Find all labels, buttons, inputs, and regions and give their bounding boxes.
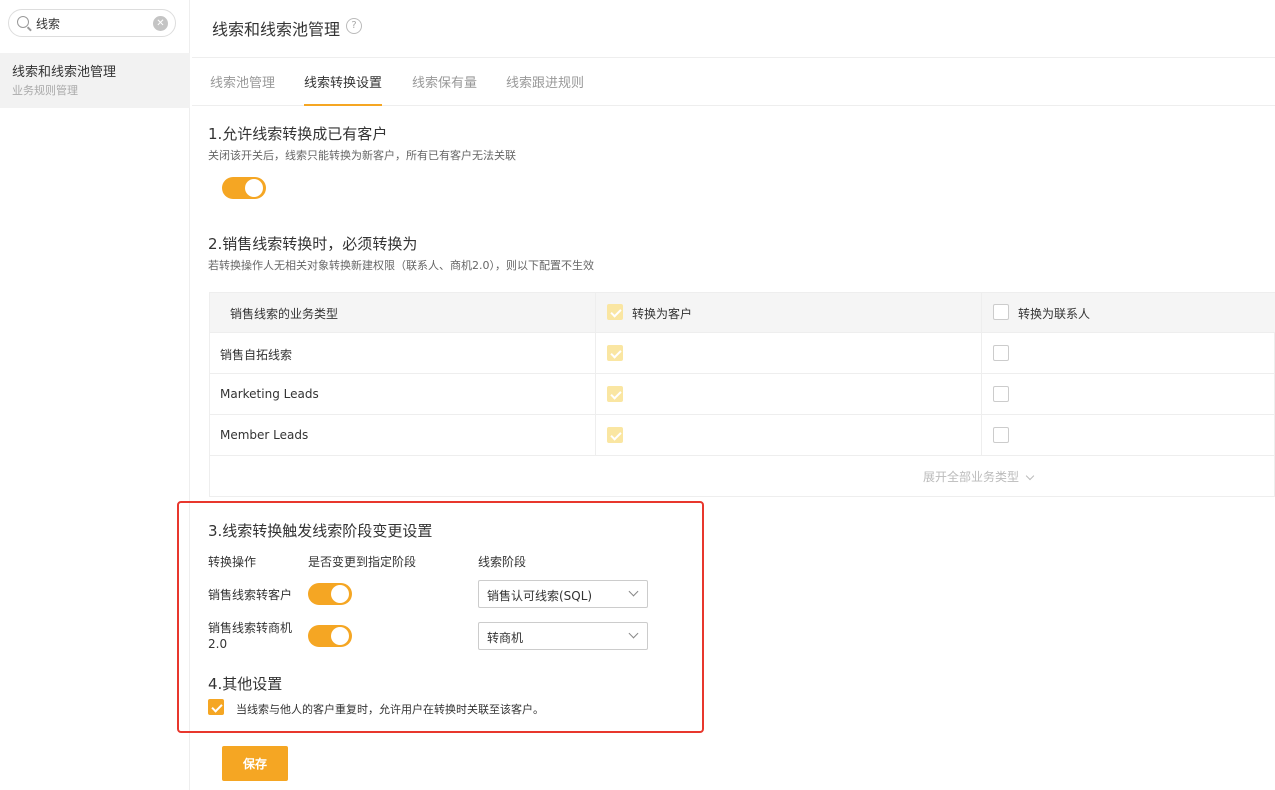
table-row: Marketing Leads: [210, 374, 1275, 415]
clear-icon[interactable]: ✕: [153, 16, 168, 31]
select-value: 转商机: [487, 631, 524, 645]
opportunity-stage-toggle[interactable]: [308, 625, 352, 647]
row-action-label-suffix: 2.0: [208, 637, 228, 651]
duplicate-customer-label: 当线索与他人的客户重复时，允许用户在转换时关联至该客户。: [236, 703, 544, 716]
customer-stage-select[interactable]: 销售认可线索(SQL): [478, 580, 648, 608]
tab-follow-up-rules[interactable]: 线索跟进规则: [506, 72, 584, 106]
help-icon[interactable]: ?: [346, 18, 362, 34]
page-header: 线索和线索池管理 ?: [192, 0, 1275, 58]
section4-title: 4.其他设置: [208, 675, 283, 693]
chevron-down-icon: [628, 586, 639, 597]
section3-title: 3.线索转换触发线索阶段变更设置: [208, 522, 433, 540]
page-title: 线索和线索池管理: [212, 20, 341, 39]
row-type: Member Leads: [220, 428, 309, 442]
column-divider: [981, 293, 982, 456]
opportunity-stage-select[interactable]: 转商机: [478, 622, 648, 650]
tab-conversion-settings[interactable]: 线索转换设置: [304, 72, 383, 106]
row-type: Marketing Leads: [220, 387, 319, 401]
search-icon: [17, 16, 29, 28]
header-customer: 转换为客户: [632, 307, 693, 321]
header-customer-checkbox: [607, 304, 623, 320]
section2-title: 2.销售线索转换时，必须转换为: [208, 235, 418, 253]
section1-desc: 关闭该开关后，线索只能转换为新客户，所有已有客户无法关联: [208, 149, 516, 162]
customer-stage-toggle[interactable]: [308, 583, 352, 605]
tab-bar: 线索池管理 线索转换设置 线索保有量 线索跟进规则: [192, 58, 1275, 106]
col-label-stage: 线索阶段: [478, 555, 527, 569]
nav-item-leads-pool[interactable]: 线索和线索池管理 业务规则管理: [0, 53, 190, 108]
tab-retention[interactable]: 线索保有量: [412, 72, 477, 106]
row-customer-checkbox: [607, 386, 623, 402]
header-contact: 转换为联系人: [1018, 307, 1091, 321]
tab-leads-pool[interactable]: 线索池管理: [210, 72, 275, 106]
expand-label: 展开全部业务类型: [923, 470, 1020, 484]
duplicate-customer-checkbox[interactable]: [208, 699, 224, 715]
sidebar: ✕ 线索和线索池管理 业务规则管理: [0, 0, 190, 790]
row-contact-checkbox[interactable]: [993, 345, 1009, 361]
col-label-action: 转换操作: [208, 555, 257, 569]
nav-item-title: 线索和线索池管理: [12, 65, 117, 80]
main-content: 线索和线索池管理 ? 线索池管理 线索转换设置 线索保有量 线索跟进规则 1.允…: [177, 0, 1275, 790]
table-row: Member Leads: [210, 415, 1275, 456]
chevron-down-icon: [1025, 471, 1035, 481]
search-input[interactable]: [36, 14, 151, 32]
search-box[interactable]: ✕: [8, 9, 176, 37]
row-type: 销售自拓线索: [220, 348, 293, 362]
section1-title: 1.允许线索转换成已有客户: [208, 125, 388, 143]
table-header: 销售线索的业务类型 转换为客户 转换为联系人: [210, 293, 1275, 333]
row-customer-checkbox: [607, 427, 623, 443]
allow-existing-customer-toggle[interactable]: [222, 177, 266, 199]
header-contact-checkbox[interactable]: [993, 304, 1009, 320]
table-row: 销售自拓线索: [210, 333, 1275, 374]
row-customer-checkbox: [607, 345, 623, 361]
row-contact-checkbox[interactable]: [993, 427, 1009, 443]
header-type: 销售线索的业务类型: [230, 307, 339, 321]
nav-item-subtitle: 业务规则管理: [12, 84, 78, 97]
row-action-label: 销售线索转客户: [208, 588, 293, 602]
chevron-down-icon: [628, 628, 639, 639]
expand-all-types-link[interactable]: 展开全部业务类型: [923, 468, 1035, 485]
row-action-label: 销售线索转商机: [208, 621, 293, 635]
col-label-change-stage: 是否变更到指定阶段: [308, 555, 417, 569]
save-button[interactable]: 保存: [222, 746, 288, 781]
section2-desc: 若转换操作人无相关对象转换新建权限（联系人、商机2.0），则以下配置不生效: [208, 259, 594, 272]
select-value: 销售认可线索(SQL): [487, 589, 593, 603]
column-divider: [595, 293, 596, 456]
conversion-table: 销售线索的业务类型 转换为客户 转换为联系人 销售自拓线索 Marketing …: [209, 292, 1275, 497]
row-contact-checkbox[interactable]: [993, 386, 1009, 402]
